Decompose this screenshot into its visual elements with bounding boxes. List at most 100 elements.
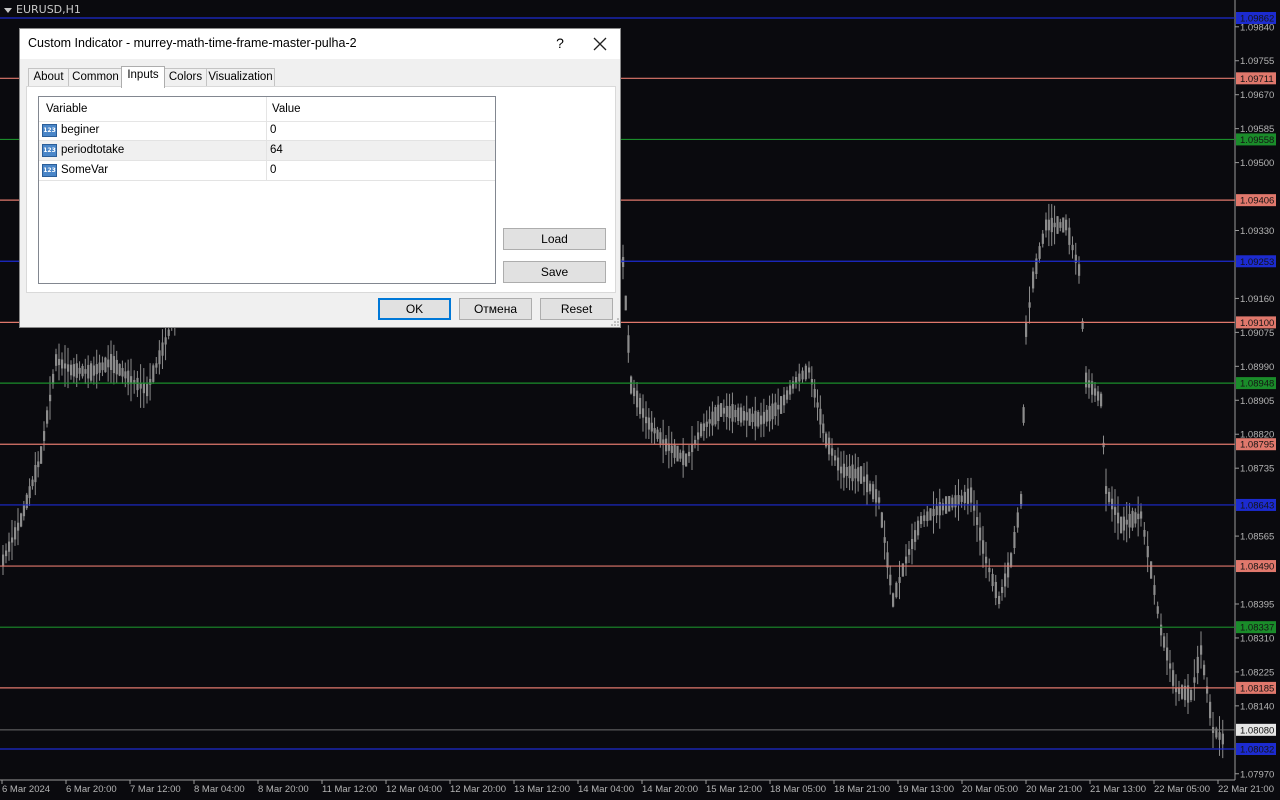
- candle-body: [118, 363, 121, 376]
- load-button[interactable]: Load: [503, 228, 606, 250]
- variable-column-header[interactable]: Variable: [46, 103, 87, 115]
- candle-body: [792, 381, 795, 389]
- candle-body: [1137, 513, 1140, 520]
- candle-body: [146, 383, 149, 397]
- time-axis-label: 18 Mar 05:00: [770, 784, 826, 795]
- candle-body: [124, 371, 127, 379]
- price-axis-label: 1.08565: [1240, 532, 1274, 543]
- candle-body: [748, 408, 751, 426]
- candle-body: [875, 489, 878, 503]
- cell-divider: [266, 141, 267, 160]
- param-value[interactable]: 0: [270, 124, 276, 136]
- candle-body: [1131, 510, 1134, 528]
- candle-body: [985, 556, 988, 564]
- candle-body: [665, 438, 668, 452]
- tab-visualization[interactable]: Visualization: [206, 68, 275, 86]
- murrey-price-label: 1.08643: [1240, 500, 1274, 511]
- candle-body: [164, 337, 167, 345]
- candle-body: [1016, 512, 1019, 528]
- param-value[interactable]: 64: [270, 144, 283, 156]
- candle-body: [917, 520, 920, 536]
- candle-body: [697, 432, 700, 440]
- resize-grip-icon[interactable]: [611, 318, 619, 326]
- candle-body: [728, 406, 731, 419]
- candle-body: [842, 463, 846, 478]
- candle-body: [642, 408, 645, 418]
- candle-body: [963, 491, 966, 504]
- price-axis-label: 1.08905: [1240, 396, 1274, 407]
- chart-menu-icon[interactable]: [4, 7, 12, 13]
- tab-inputs[interactable]: Inputs: [121, 66, 165, 88]
- candle-body: [976, 517, 979, 525]
- candle-body: [1134, 512, 1137, 524]
- candle-body: [1143, 529, 1146, 537]
- candle-body: [136, 377, 139, 391]
- candle-body: [1088, 380, 1091, 388]
- candle-body: [639, 397, 642, 415]
- param-row-somevar[interactable]: 123 SomeVar 0: [39, 161, 495, 181]
- candle-body: [647, 417, 651, 430]
- candle-body: [1056, 216, 1059, 234]
- tab-colors[interactable]: Colors: [164, 68, 207, 86]
- candle-body: [768, 405, 771, 422]
- cancel-button[interactable]: Отмена: [459, 298, 532, 320]
- candle-body: [1078, 264, 1081, 276]
- tab-about[interactable]: About: [28, 68, 69, 86]
- ok-button[interactable]: OK: [378, 298, 451, 320]
- candle-body: [911, 538, 914, 550]
- candle-body: [795, 376, 798, 384]
- param-value[interactable]: 0: [270, 164, 276, 176]
- candle-body: [20, 513, 23, 527]
- candle-body: [960, 495, 963, 502]
- candle-body: [1166, 647, 1169, 661]
- candle-body: [762, 411, 766, 424]
- close-icon[interactable]: [588, 32, 612, 56]
- price-axis-label: 1.08140: [1240, 701, 1274, 712]
- help-button[interactable]: ?: [550, 35, 570, 51]
- candle-body: [923, 515, 926, 521]
- candle-body: [1053, 222, 1056, 228]
- candle-body: [966, 488, 970, 504]
- candle-body: [757, 411, 760, 427]
- param-row-periodtotake[interactable]: 123 periodtotake 64: [39, 141, 495, 161]
- candle-body: [742, 410, 746, 421]
- candle-body: [926, 511, 929, 522]
- candle-body: [1125, 519, 1128, 525]
- candle-body: [998, 595, 1001, 605]
- candle-body: [1045, 219, 1048, 231]
- candle-body: [935, 506, 938, 516]
- param-row-beginer[interactable]: 123 beginer 0: [39, 121, 495, 141]
- murrey-price-label: 1.08185: [1240, 683, 1274, 694]
- time-axis-label: 14 Mar 04:00: [578, 784, 634, 795]
- candle-body: [1178, 688, 1181, 694]
- candle-body: [104, 357, 107, 373]
- dialog-titlebar[interactable]: Custom Indicator - murrey-math-time-fram…: [20, 29, 620, 59]
- candle-body: [722, 407, 726, 414]
- candle-body: [789, 385, 792, 395]
- candle-body: [1200, 645, 1203, 655]
- time-axis-label: 22 Mar 21:00: [1218, 784, 1274, 795]
- candle-body: [848, 466, 851, 479]
- murrey-price-label: 1.08795: [1240, 440, 1274, 451]
- candle-body: [951, 497, 954, 508]
- time-axis-label: 14 Mar 20:00: [642, 784, 698, 795]
- reset-button[interactable]: Reset: [540, 298, 613, 320]
- candle-body: [676, 445, 679, 462]
- value-column-header[interactable]: Value: [272, 103, 301, 115]
- column-divider[interactable]: [266, 97, 267, 121]
- candle-body: [1120, 516, 1123, 534]
- candle-body: [64, 363, 67, 369]
- candle-body: [78, 367, 81, 374]
- candle-body: [851, 464, 854, 482]
- candle-body: [694, 439, 697, 445]
- candle-body: [717, 404, 720, 422]
- cell-divider: [266, 121, 267, 140]
- candle-body: [816, 402, 819, 408]
- save-button[interactable]: Save: [503, 261, 606, 283]
- candle-body: [107, 359, 110, 368]
- candle-body: [84, 369, 87, 374]
- candle-body: [929, 508, 932, 521]
- candle-body: [17, 522, 20, 531]
- murrey-price-label: 1.09253: [1240, 257, 1274, 268]
- tab-common[interactable]: Common: [68, 68, 123, 86]
